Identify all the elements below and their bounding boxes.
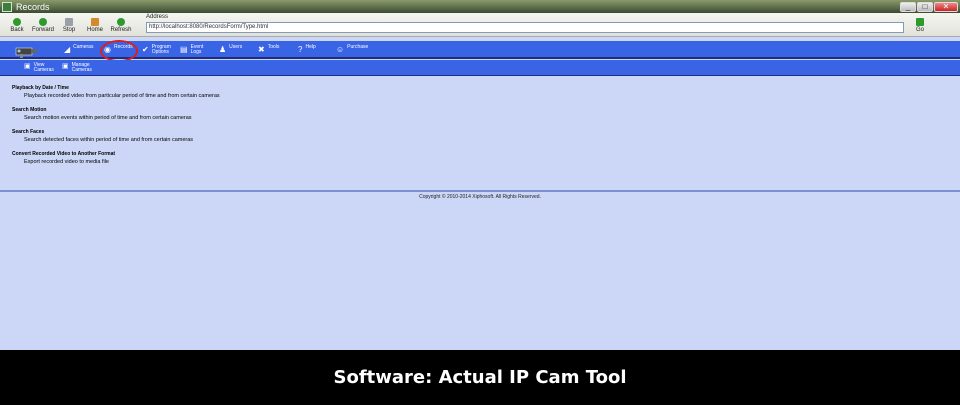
- app-icon: [2, 1, 12, 12]
- section-playback: Playback by Date / Time Playback recorde…: [12, 85, 912, 101]
- back-arrow-icon: [13, 17, 21, 26]
- section-description: Search motion events within period of ti…: [24, 115, 192, 121]
- link-search-faces[interactable]: Search Faces: [12, 129, 912, 136]
- address-bar: Address http://localhost:8080/RecordsFor…: [146, 13, 904, 37]
- nav-tools[interactable]: ✖ Tools: [258, 45, 279, 55]
- document-icon: ▤: [180, 45, 188, 54]
- tools-icon: ✖: [258, 45, 265, 54]
- nav-help[interactable]: ? Help: [298, 45, 316, 55]
- subnav-manage-cameras[interactable]: ▣ Manage Cameras: [62, 63, 94, 73]
- forward-arrow-icon: [39, 17, 47, 26]
- window-titlebar: Records _ □ ✕: [0, 0, 960, 13]
- address-label: Address: [146, 14, 169, 20]
- go-arrow-icon: [916, 17, 924, 26]
- caption-text: Software: Actual IP Cam Tool: [333, 367, 627, 388]
- home-icon: [91, 17, 99, 26]
- link-convert-video[interactable]: Convert Recorded Video to Another Format: [12, 151, 912, 158]
- nav-cameras[interactable]: ◢ Cameras: [64, 45, 93, 55]
- section-convert-video: Convert Recorded Video to Another Format…: [12, 151, 912, 167]
- link-playback[interactable]: Playback by Date / Time: [12, 85, 912, 92]
- window-title: Records: [16, 1, 50, 12]
- maximize-button[interactable]: □: [917, 1, 933, 12]
- footer-divider: [0, 190, 960, 192]
- close-button[interactable]: ✕: [934, 1, 958, 12]
- nav-program-options[interactable]: ✔ Program Options: [142, 45, 176, 55]
- forward-button[interactable]: Forward: [30, 13, 56, 37]
- stop-icon: [65, 17, 73, 26]
- section-search-faces: Search Faces Search detected faces withi…: [12, 129, 912, 145]
- go-button[interactable]: Go: [912, 13, 928, 37]
- main-nav: ◢ Cameras ◉ Records ✔ Program Options ▤ …: [0, 41, 960, 59]
- manage-cameras-icon: ▣: [62, 63, 69, 70]
- users-icon: ♟: [219, 45, 227, 54]
- home-button[interactable]: Home: [82, 13, 108, 37]
- records-highlight-circle: [100, 40, 138, 62]
- back-button[interactable]: Back: [4, 13, 30, 37]
- subnav-view-cameras[interactable]: ▣ View Cameras: [24, 63, 54, 73]
- section-search-motion: Search Motion Search motion events withi…: [12, 107, 912, 123]
- camera-logo-icon: [15, 47, 37, 58]
- section-description: Playback recorded video from particular …: [24, 93, 220, 99]
- minimize-button[interactable]: _: [900, 1, 916, 12]
- link-search-motion[interactable]: Search Motion: [12, 107, 912, 114]
- view-cameras-icon: ▣: [24, 63, 31, 70]
- nav-users[interactable]: ♟ Users: [219, 45, 242, 55]
- purchase-icon: ☺: [336, 45, 345, 54]
- section-description: Search detected faces within period of t…: [24, 137, 194, 143]
- page-area: ◢ Cameras ◉ Records ✔ Program Options ▤ …: [0, 37, 960, 350]
- refresh-icon: [117, 17, 125, 26]
- camera-icon: ◢: [64, 45, 71, 54]
- nav-event-logs[interactable]: ▤ Event Logs: [180, 45, 205, 55]
- refresh-button[interactable]: Refresh: [108, 13, 134, 37]
- nav-purchase[interactable]: ☺ Purchase: [336, 45, 368, 55]
- sub-nav: ▣ View Cameras ▣ Manage Cameras: [0, 60, 960, 76]
- browser-toolbar: Back Forward Stop Home Refresh Address h…: [0, 13, 960, 37]
- records-menu: Playback by Date / Time Playback recorde…: [12, 85, 912, 173]
- stop-button[interactable]: Stop: [56, 13, 82, 37]
- section-description: Export recorded video to media file: [24, 159, 109, 165]
- address-input[interactable]: http://localhost:8080/RecordsForm/Type.h…: [146, 22, 904, 33]
- help-icon: ?: [298, 45, 303, 54]
- copyright-text: Copyright © 2010-2014 Xiphosoft. All Rig…: [419, 194, 541, 200]
- window-controls: _ □ ✕: [900, 1, 958, 12]
- caption-strip: Software: Actual IP Cam Tool: [0, 350, 960, 405]
- checkmark-icon: ✔: [142, 45, 149, 54]
